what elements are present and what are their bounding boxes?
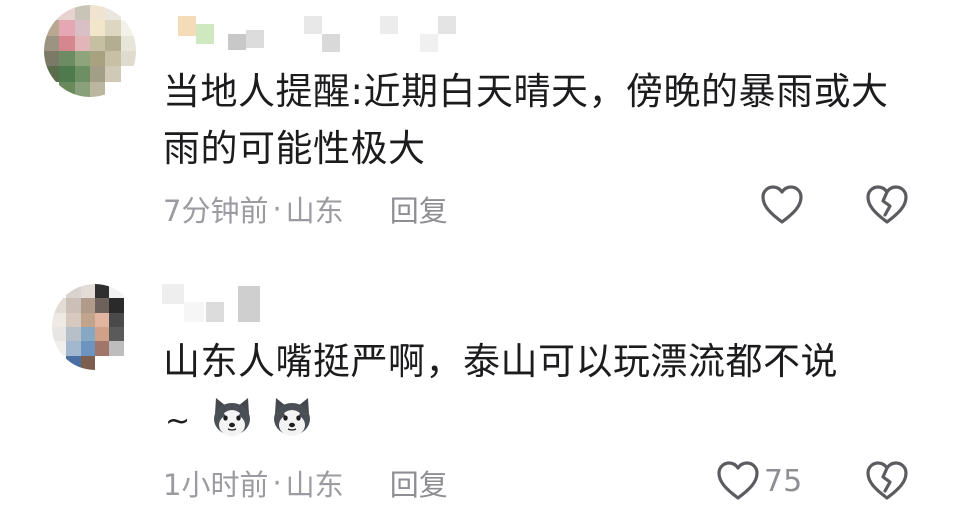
comment-location: 山东 xyxy=(285,194,344,228)
comment-text: 当地人提醒:近期白天晴天，傍晚的暴雨或大雨的可能性极大 xyxy=(163,70,889,170)
username[interactable] xyxy=(178,16,456,52)
reply-button[interactable]: 回复 xyxy=(390,462,448,504)
comment-location: 山东 xyxy=(285,468,344,502)
comment-time: 1小时前 xyxy=(163,468,269,502)
husky-dog-emoji xyxy=(213,397,250,436)
comment-meta: 7分钟前 · 山东 回复 xyxy=(163,188,448,230)
heart-outline-icon xyxy=(761,185,803,224)
dislike-button[interactable] xyxy=(865,184,909,230)
comment-text-line: 山东人嘴挺严啊，泰山可以玩漂流都不说 xyxy=(163,340,838,383)
comment-text: 山东人嘴挺严啊，泰山可以玩漂流都不说 ~ xyxy=(163,333,923,450)
broken-heart-icon xyxy=(866,461,908,500)
tilde: ~ xyxy=(165,404,191,439)
dislike-button[interactable] xyxy=(865,460,909,506)
like-count: 75 xyxy=(764,463,803,499)
like-button[interactable] xyxy=(760,184,808,226)
like-button[interactable]: 75 xyxy=(716,460,802,502)
comment-meta: 1小时前 · 山东 回复 xyxy=(163,462,448,504)
reply-button[interactable]: 回复 xyxy=(390,188,448,230)
meta-separator: · xyxy=(272,192,282,226)
avatar[interactable] xyxy=(44,5,136,97)
comment-time: 7分钟前 xyxy=(163,194,269,228)
username[interactable] xyxy=(162,284,260,324)
avatar[interactable] xyxy=(52,284,138,370)
heart-outline-icon xyxy=(717,461,759,500)
comment-item: 当地人提醒:近期白天晴天，傍晚的暴雨或大雨的可能性极大 7分钟前 · 山东 回复 xyxy=(0,0,960,250)
broken-heart-icon xyxy=(866,185,908,224)
comment-item: 山东人嘴挺严啊，泰山可以玩漂流都不说 ~ 1小时前 · 山东 回复 75 xyxy=(0,270,960,516)
husky-dog-emoji xyxy=(274,397,311,436)
meta-separator: · xyxy=(272,466,282,500)
